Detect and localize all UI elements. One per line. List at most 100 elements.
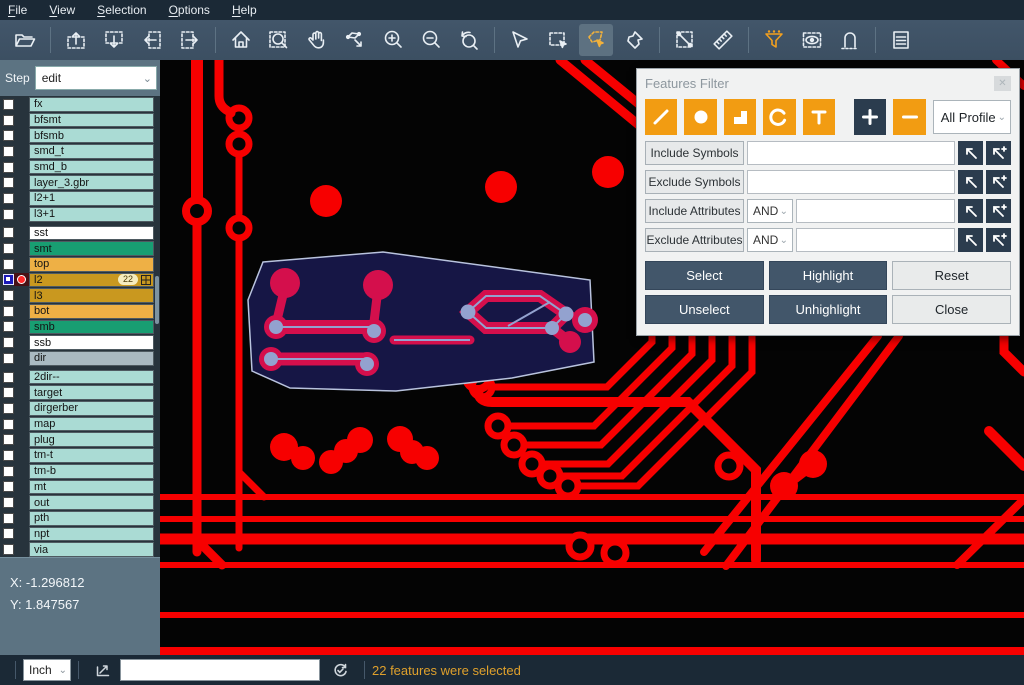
layer-name[interactable]: dirgerber [29,401,154,416]
zoom-out-button[interactable] [414,24,448,56]
filter-remove-button[interactable] [893,99,925,135]
layer-indicator[interactable] [14,543,29,556]
layer-row-l3[interactable]: l3 [0,288,160,303]
layer-checkbox[interactable] [3,177,14,188]
layer-row-bot[interactable]: bot [0,304,160,319]
include-attributes-button[interactable]: Include Attributes [645,199,744,223]
select-button[interactable]: Select [645,261,764,290]
layer-checkbox[interactable] [3,321,14,332]
highlight-button[interactable]: Highlight [769,261,888,290]
unselect-button[interactable]: Unselect [645,295,764,324]
unhighlight-button[interactable]: Unhighlight [769,295,888,324]
layer-indicator[interactable] [14,145,29,158]
include-symbols-button[interactable]: Include Symbols [645,141,744,165]
view-box-button[interactable] [795,24,829,56]
snap-angle-icon[interactable] [94,661,112,679]
layer-name[interactable]: bfsmb [29,128,154,143]
menu-file[interactable]: File [8,3,27,17]
pan-left-button[interactable] [135,24,169,56]
layer-row-plug[interactable]: plug [0,432,160,447]
layer-checkbox[interactable] [3,466,14,477]
pick-attributes-button[interactable] [958,228,983,252]
layer-name[interactable]: layer_3.gbr [29,175,154,190]
zoom-previous-button[interactable] [452,24,486,56]
layer-row-sst[interactable]: sst [0,226,160,241]
menu-selection[interactable]: Selection [97,3,146,17]
layer-row-target[interactable]: target [0,385,160,400]
polygon-select-button[interactable] [579,24,613,56]
layer-checkbox[interactable] [3,353,14,364]
step-select[interactable]: edit ⌄ [35,66,157,90]
layer-indicator[interactable] [14,465,29,478]
layer-checkbox[interactable] [3,162,14,173]
layer-checkbox[interactable] [3,209,14,220]
layer-name[interactable]: bot [29,304,154,319]
pan-hand-button[interactable] [300,24,334,56]
refresh-icon[interactable] [332,662,349,679]
layer-checkbox[interactable] [3,259,14,270]
dialog-titlebar[interactable]: Features Filter ✕ [637,69,1019,97]
layer-checkbox[interactable] [3,544,14,555]
layer-name[interactable]: smb [29,320,154,335]
features-filter-button[interactable] [757,24,791,56]
layer-name[interactable]: bfsmt [29,113,154,128]
pick-add-symbols-button[interactable] [986,170,1011,194]
layer-checkbox[interactable] [3,337,14,348]
layer-name[interactable]: l3+1 [29,207,154,222]
layer-name[interactable]: npt [29,527,154,542]
layer-row-tm-t[interactable]: tm-t [0,448,160,463]
pick-symbols-button[interactable] [958,170,983,194]
filter-add-button[interactable] [854,99,886,135]
layer-indicator[interactable] [14,289,29,302]
layer-name[interactable]: ssb [29,335,154,350]
layer-name[interactable]: out [29,495,154,510]
unit-select[interactable]: Inch ⌄ [23,659,71,681]
pick-add-attributes-button[interactable] [986,228,1011,252]
layer-row-l3+1[interactable]: l3+1 [0,207,160,222]
layer-name[interactable]: tm-b [29,464,154,479]
pan-right-button[interactable] [173,24,207,56]
layer-name[interactable]: sst [29,226,154,241]
measure-distance-button[interactable] [668,24,702,56]
layer-indicator[interactable] [14,386,29,399]
layer-checkbox[interactable] [3,481,14,492]
layer-indicator[interactable] [14,176,29,189]
layer-indicator[interactable] [14,114,29,127]
filter-text-button[interactable] [803,99,835,135]
layer-row-l2[interactable]: l222 [0,273,160,288]
snap-mode-button[interactable] [833,24,867,56]
layer-checkbox[interactable] [3,227,14,238]
layer-checkbox[interactable] [3,497,14,508]
layer-name[interactable]: dir [29,351,154,366]
command-input[interactable] [120,659,320,681]
layer-row-mt[interactable]: mt [0,480,160,495]
exclude-attributes-input[interactable] [796,228,955,252]
layer-row-smb[interactable]: smb [0,320,160,335]
include-attributes-input[interactable] [796,199,955,223]
layer-indicator[interactable] [14,371,29,384]
layer-name[interactable]: map [29,417,154,432]
layer-row-l2+1[interactable]: l2+1 [0,191,160,206]
layer-row-fx[interactable]: fx [0,97,160,112]
layer-name[interactable]: smd_t [29,144,154,159]
close-button[interactable]: Close [892,295,1011,324]
select-cursor-button[interactable] [503,24,537,56]
layer-indicator[interactable] [14,433,29,446]
layer-checkbox[interactable] [3,274,14,285]
layer-row-smd_t[interactable]: smd_t [0,144,160,159]
layer-checkbox[interactable] [3,419,14,430]
layer-checkbox[interactable] [3,193,14,204]
layer-checkbox[interactable] [3,115,14,126]
layer-row-2dir--[interactable]: 2dir-- [0,370,160,385]
layer-row-smt[interactable]: smt [0,241,160,256]
layer-checkbox[interactable] [3,450,14,461]
layer-name[interactable]: 2dir-- [29,370,154,385]
layer-checkbox[interactable] [3,243,14,254]
layer-indicator[interactable] [14,129,29,142]
layer-checkbox[interactable] [3,99,14,110]
pan-up-button[interactable] [59,24,93,56]
layer-indicator[interactable] [14,480,29,493]
layer-row-out[interactable]: out [0,495,160,510]
filter-line-button[interactable] [645,99,677,135]
layer-row-dir[interactable]: dir [0,351,160,366]
